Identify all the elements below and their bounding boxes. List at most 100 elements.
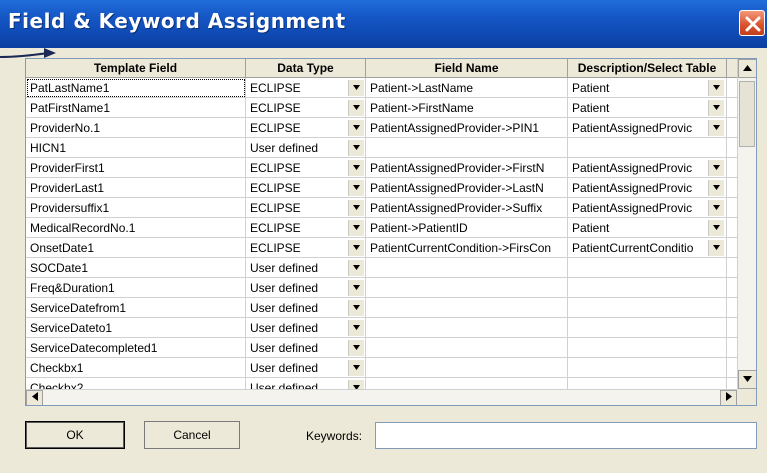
table-row[interactable]: ServiceDateto1 User defined	[26, 318, 737, 338]
dropdown-button[interactable]	[348, 120, 364, 136]
dropdown-button[interactable]	[708, 80, 724, 96]
horizontal-scrollbar[interactable]	[26, 389, 737, 405]
description-select[interactable]	[568, 138, 727, 158]
table-row[interactable]: PatLastName1 ECLIPSE Patient->LastName Pati…	[26, 78, 737, 98]
field-name-cell[interactable]: PatientAssignedProvider->LastN	[366, 178, 568, 198]
table-row[interactable]: SOCDate1 User defined	[26, 258, 737, 278]
close-button[interactable]	[739, 10, 765, 36]
template-field-cell[interactable]: MedicalRecordNo.1	[26, 218, 246, 238]
template-field-cell[interactable]: ServiceDatefrom1	[26, 298, 246, 318]
table-row[interactable]: Checkbx1 User defined	[26, 358, 737, 378]
dropdown-button[interactable]	[708, 220, 724, 236]
dropdown-button[interactable]	[708, 200, 724, 216]
scroll-down-button[interactable]	[738, 370, 756, 389]
template-field-cell[interactable]: Providersuffix1	[26, 198, 246, 218]
column-header-template-field[interactable]: Template Field	[26, 59, 246, 78]
table-row[interactable]: ProviderFirst1 ECLIPSE PatientAssignedProv…	[26, 158, 737, 178]
table-row[interactable]: MedicalRecordNo.1 ECLIPSE Patient->Patient…	[26, 218, 737, 238]
table-row[interactable]: ProviderNo.1 ECLIPSE PatientAssignedProvid…	[26, 118, 737, 138]
description-select[interactable]: PatientAssignedProvic	[568, 178, 727, 198]
table-row[interactable]: ServiceDatefrom1 User defined	[26, 298, 737, 318]
data-type-select[interactable]: User defined	[246, 378, 366, 389]
table-row[interactable]: OnsetDate1 ECLIPSE PatientCurrentCondition…	[26, 238, 737, 258]
ok-button[interactable]: OK	[25, 421, 125, 449]
dropdown-button[interactable]	[348, 180, 364, 196]
data-type-select[interactable]: User defined	[246, 318, 366, 338]
field-name-cell[interactable]	[366, 378, 568, 389]
description-select[interactable]	[568, 278, 727, 298]
field-name-cell[interactable]: Patient->PatientID	[366, 218, 568, 238]
description-select[interactable]: PatientCurrentConditio	[568, 238, 727, 258]
table-row[interactable]: HICN1 User defined	[26, 138, 737, 158]
dropdown-button[interactable]	[348, 140, 364, 156]
dropdown-button[interactable]	[348, 260, 364, 276]
data-type-select[interactable]: User defined	[246, 338, 366, 358]
dropdown-button[interactable]	[348, 360, 364, 376]
template-field-cell[interactable]: HICN1	[26, 138, 246, 158]
vertical-scrollbar[interactable]	[737, 59, 756, 389]
cancel-button[interactable]: Cancel	[144, 421, 240, 449]
description-select[interactable]: PatientAssignedProvic	[568, 198, 727, 218]
column-header-field-name[interactable]: Field Name	[366, 59, 568, 78]
template-field-cell[interactable]: ProviderFirst1	[26, 158, 246, 178]
table-row[interactable]: Providersuffix1 ECLIPSE PatientAssignedPro…	[26, 198, 737, 218]
scroll-up-button[interactable]	[738, 59, 756, 78]
data-type-select[interactable]: User defined	[246, 138, 366, 158]
template-field-cell[interactable]: ProviderLast1	[26, 178, 246, 198]
data-type-select[interactable]: ECLIPSE	[246, 218, 366, 238]
description-select[interactable]: Patient	[568, 98, 727, 118]
description-select[interactable]: PatientAssignedProvic	[568, 158, 727, 178]
dropdown-button[interactable]	[348, 280, 364, 296]
data-type-select[interactable]: ECLIPSE	[246, 98, 366, 118]
table-row[interactable]: PatFirstName1 ECLIPSE Patient->FirstName Pa…	[26, 98, 737, 118]
description-select[interactable]	[568, 378, 727, 389]
column-header-description[interactable]: Description/Select Table	[568, 59, 727, 78]
dropdown-button[interactable]	[708, 120, 724, 136]
description-select[interactable]	[568, 258, 727, 278]
field-name-cell[interactable]: PatientAssignedProvider->PIN1	[366, 118, 568, 138]
field-name-cell[interactable]: PatientCurrentCondition->FirsCon	[366, 238, 568, 258]
dropdown-button[interactable]	[348, 320, 364, 336]
field-name-cell[interactable]: Patient->FirstName	[366, 98, 568, 118]
field-name-cell[interactable]	[366, 138, 568, 158]
table-row[interactable]: ProviderLast1 ECLIPSE PatientAssignedProvi…	[26, 178, 737, 198]
field-grid[interactable]: Template Field Data Type Field Name Desc…	[25, 58, 757, 406]
data-type-select[interactable]: User defined	[246, 278, 366, 298]
dropdown-button[interactable]	[348, 80, 364, 96]
description-select[interactable]	[568, 318, 727, 338]
table-row[interactable]: Checkbx2 User defined	[26, 378, 737, 389]
field-name-cell[interactable]	[366, 298, 568, 318]
template-field-cell[interactable]: SOCDate1	[26, 258, 246, 278]
data-type-select[interactable]: User defined	[246, 358, 366, 378]
field-name-cell[interactable]	[366, 358, 568, 378]
template-field-cell[interactable]: PatFirstName1	[26, 98, 246, 118]
description-select[interactable]: PatientAssignedProvic	[568, 118, 727, 138]
dropdown-button[interactable]	[348, 220, 364, 236]
data-type-select[interactable]: ECLIPSE	[246, 118, 366, 138]
field-name-cell[interactable]	[366, 278, 568, 298]
template-field-cell[interactable]: Checkbx2	[26, 378, 246, 389]
data-type-select[interactable]: ECLIPSE	[246, 78, 366, 98]
data-type-select[interactable]: ECLIPSE	[246, 158, 366, 178]
dropdown-button[interactable]	[708, 100, 724, 116]
table-row[interactable]: Freq&Duration1 User defined	[26, 278, 737, 298]
data-type-select[interactable]: ECLIPSE	[246, 238, 366, 258]
scroll-left-button[interactable]	[26, 390, 43, 405]
field-name-cell[interactable]: PatientAssignedProvider->Suffix	[366, 198, 568, 218]
template-field-cell[interactable]: PatLastName1	[26, 78, 246, 98]
template-field-cell[interactable]: OnsetDate1	[26, 238, 246, 258]
dropdown-button[interactable]	[708, 240, 724, 256]
field-name-cell[interactable]	[366, 258, 568, 278]
dropdown-button[interactable]	[708, 160, 724, 176]
template-field-cell[interactable]: ProviderNo.1	[26, 118, 246, 138]
field-name-cell[interactable]: PatientAssignedProvider->FirstN	[366, 158, 568, 178]
dropdown-button[interactable]	[348, 380, 364, 389]
template-field-cell[interactable]: ServiceDateto1	[26, 318, 246, 338]
field-name-cell[interactable]: Patient->LastName	[366, 78, 568, 98]
dropdown-button[interactable]	[348, 300, 364, 316]
data-type-select[interactable]: User defined	[246, 258, 366, 278]
data-type-select[interactable]: ECLIPSE	[246, 198, 366, 218]
data-type-select[interactable]: ECLIPSE	[246, 178, 366, 198]
dropdown-button[interactable]	[708, 180, 724, 196]
data-type-select[interactable]: User defined	[246, 298, 366, 318]
